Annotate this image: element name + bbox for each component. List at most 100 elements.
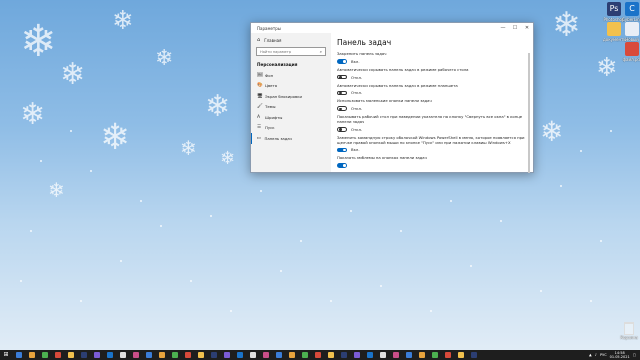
desktop-icon-label: файл.pdf [622,57,640,62]
taskbar-app-icon[interactable] [28,352,35,358]
toggle-knob [343,164,346,167]
toggle-switch[interactable] [337,59,347,64]
snow-dot [40,160,42,162]
taskbar-app-icon[interactable] [15,352,22,358]
home-link[interactable]: ⌂ Главная [251,33,331,43]
taskbar-app-icon[interactable] [249,352,256,358]
setting-label: Закрепить панель задач [337,51,387,56]
taskbar-app-icon[interactable] [431,352,438,358]
search-icon[interactable]: ⌕ [320,49,322,54]
taskbar-app-icon[interactable] [353,352,360,358]
toggle-switch[interactable] [337,90,347,96]
taskbar-app-icon[interactable] [54,352,61,358]
taskbar-app-icon[interactable] [366,352,373,358]
taskbar-app-icon[interactable] [470,352,477,358]
taskbar-app-icon[interactable] [327,352,334,358]
taskbar-app-icon[interactable] [210,352,217,358]
settings-list: Закрепить панель задач Вкл. Автоматически … [337,51,525,168]
toggle-switch[interactable] [337,106,347,111]
snowflake-decoration: ❄ [552,5,581,45]
snow-dot [90,170,92,172]
snow-dot [470,265,472,267]
sidebar-item[interactable]: ☰ Пуск [251,123,331,134]
cyberlink-icon-glyph: C [625,2,639,16]
setting-item: Автоматически скрывать панель задач в ре… [337,67,525,80]
taskbar-app-icon[interactable] [67,352,74,358]
start-button[interactable]: ⊞ [0,350,12,360]
maximize-button[interactable]: ☐ [509,23,521,33]
settings-window: Параметры — ☐ ✕ ⌂ Главная ⌕ Персонализац… [250,22,534,173]
sidebar-item[interactable]: 🎨 Цвета [251,81,331,92]
recycle-bin[interactable]: Корзина [620,322,638,340]
snow-dot [330,300,332,302]
taskbar-app-icon[interactable] [444,352,451,358]
taskbar-app-icon[interactable] [275,352,282,358]
taskbar-app-icon[interactable] [93,352,100,358]
taskbar-app-icon[interactable] [457,352,464,358]
taskbar-app-icon[interactable] [80,352,87,358]
sidebar-item[interactable]: 🖌 Темы [251,102,331,113]
taskbar-app-icon[interactable] [197,352,204,358]
taskbar-app-icon[interactable] [301,352,308,358]
taskbar-app-icon[interactable] [119,352,126,358]
clock[interactable]: 14:58 01.05.2021 [610,351,630,359]
search-input[interactable] [260,49,320,54]
network-icon[interactable]: ▲ [589,353,592,357]
sidebar-item[interactable]: 🖥 Экран блокировки [251,91,331,102]
setting-item: Использовать маленькие кнопки панели зад… [337,99,525,111]
taskbar-app-icon[interactable] [379,352,386,358]
cyberlink-icon[interactable]: C CyberLink [621,2,640,22]
sidebar-item-icon: 🖌 [257,104,263,110]
title-bar[interactable]: Параметры — ☐ ✕ [251,23,533,33]
volume-icon[interactable]: ♪ [595,353,597,357]
snowflake-decoration: ❄ [205,89,231,124]
sidebar-item[interactable]: 🖼 Фон [251,70,331,81]
notifications-icon[interactable]: ▢ [633,353,636,357]
toggle-state-label: Откл. [351,90,363,96]
setting-label: Показать эмблемы на кнопках панели задач [337,155,427,161]
close-button[interactable]: ✕ [521,23,533,33]
taskbar-app-icon[interactable] [236,352,243,358]
sidebar-item[interactable]: A Шрифты [251,112,331,123]
taskbar-app-icon[interactable] [223,352,230,358]
taskbar-app-icon[interactable] [106,352,113,358]
document-icon[interactable]: Новый [621,22,640,42]
sidebar-item[interactable]: ▭ Панель задач [251,133,331,144]
taskbar-app-icon[interactable] [340,352,347,358]
taskbar-app-icon[interactable] [158,352,165,358]
snow-dot [600,240,602,242]
toggle-switch[interactable] [337,147,347,153]
toggle-switch[interactable] [337,74,347,80]
taskbar-app-icon[interactable] [418,352,425,358]
settings-content: Панель задач Закрепить панель задач Вкл. А… [337,33,525,172]
snow-dot [540,290,542,292]
taskbar-app-icon[interactable] [145,352,152,358]
taskbar-app-icon[interactable] [171,352,178,358]
taskbar-app-icon[interactable] [41,352,48,358]
taskbar-app-icon[interactable] [184,352,191,358]
search-box[interactable]: ⌕ [256,47,326,56]
taskbar-app-icon[interactable] [288,352,295,358]
language-indicator[interactable]: РУС [600,353,607,357]
taskbar-app-icon[interactable] [262,352,269,358]
snow-dot [280,270,282,272]
sidebar-item-icon: A [257,114,261,120]
minimize-button[interactable]: — [497,23,509,33]
taskbar-app-icon[interactable] [132,352,139,358]
toggle-switch[interactable] [337,127,347,132]
recycle-bin-label: Корзина [620,335,638,340]
taskbar-app-icon[interactable] [405,352,412,358]
snow-dot [80,300,82,302]
snowflake-decoration: ❄ [100,117,131,158]
toggle-row: Откл. [337,127,525,132]
snowflake-decoration: ❄ [20,16,57,67]
snow-dot [610,130,612,132]
content-scrollbar[interactable] [528,53,530,173]
taskbar-app-icon[interactable] [392,352,399,358]
sidebar-items: 🖼 Фон 🎨 Цвета 🖥 Экран блокировки 🖌 Темы A Шрифты ☰… [251,70,331,144]
toggle-switch[interactable] [337,163,347,168]
toggle-state-label: Откл. [351,106,363,112]
taskbar-app-icon[interactable] [314,352,321,358]
snow-dot [450,200,452,202]
pdf-icon[interactable]: файл.pdf [621,42,640,62]
